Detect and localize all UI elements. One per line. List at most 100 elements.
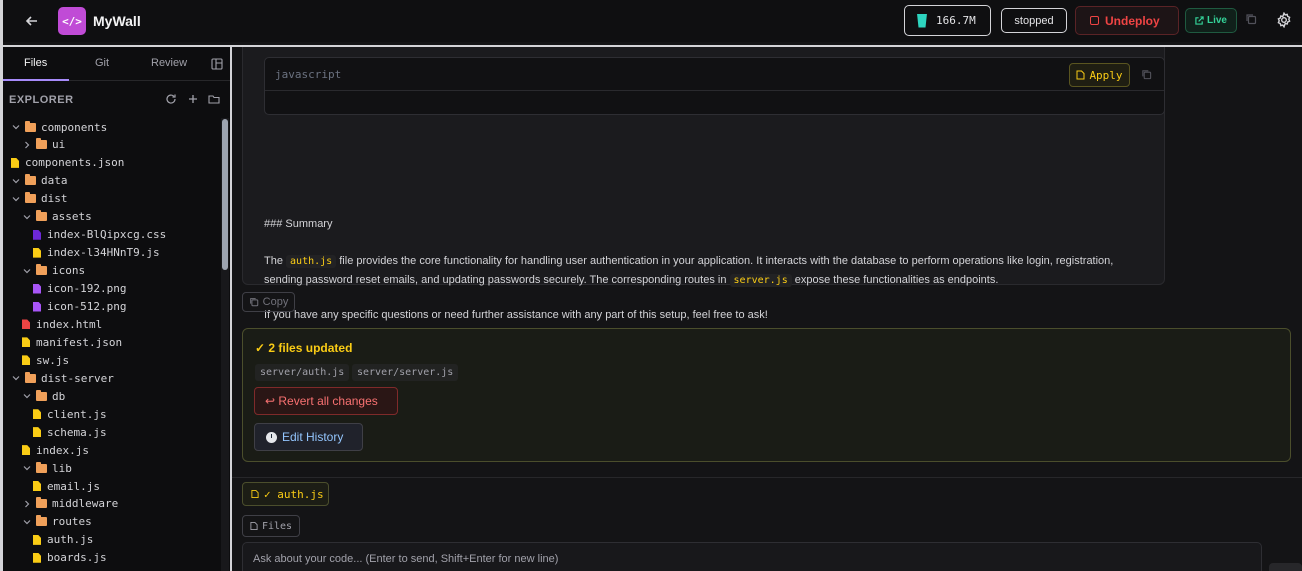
tree-folder[interactable]: icons bbox=[3, 262, 221, 280]
tree-item-label: components bbox=[41, 120, 108, 134]
undeploy-label: Undeploy bbox=[1105, 13, 1160, 28]
file-icon bbox=[33, 229, 41, 240]
tree-item-label: index.html bbox=[36, 317, 103, 331]
live-link-button[interactable]: Live bbox=[1185, 8, 1237, 33]
tree-item-label: index-l34HNnT9.js bbox=[47, 246, 160, 260]
tree-scrollbar-thumb[interactable] bbox=[222, 119, 228, 270]
tree-folder[interactable]: assets bbox=[3, 208, 221, 226]
tree-item-label: index.js bbox=[36, 443, 89, 457]
token-counter[interactable]: 166.7M bbox=[904, 5, 991, 36]
tree-folder[interactable]: lib bbox=[3, 459, 221, 477]
copy-icon[interactable] bbox=[1245, 13, 1259, 27]
tree-file[interactable]: sw.js bbox=[3, 351, 221, 369]
tree-item-label: icon-512.png bbox=[47, 300, 127, 313]
files-label: Files bbox=[261, 520, 293, 532]
tree-folder[interactable]: data bbox=[3, 172, 221, 190]
tree-item-label: auth.js bbox=[47, 533, 94, 547]
tree-folder[interactable]: routes bbox=[3, 513, 221, 531]
tree-folder[interactable]: components bbox=[3, 118, 221, 136]
copy-label: Copy bbox=[262, 296, 289, 308]
cup-icon bbox=[917, 13, 927, 28]
new-file-plus-icon[interactable] bbox=[187, 93, 199, 105]
chevron-down-icon bbox=[23, 466, 31, 471]
edit-history-label: Edit History bbox=[282, 430, 344, 444]
updated-file-chip[interactable]: server/auth.js bbox=[255, 364, 350, 381]
revert-all-button[interactable]: ↩ Revert all changes bbox=[254, 387, 398, 415]
attach-files-button[interactable]: Files bbox=[242, 515, 300, 537]
tree-file[interactable]: schema.js bbox=[3, 423, 221, 441]
tree-item-label: lib bbox=[52, 461, 72, 475]
tree-file[interactable]: index.html bbox=[3, 315, 221, 333]
send-button[interactable] bbox=[1269, 563, 1302, 571]
tree-item-label: routes bbox=[52, 515, 92, 529]
tree-item-label: db bbox=[52, 389, 66, 403]
tree-file[interactable]: auth.js bbox=[3, 531, 221, 549]
tree-folder[interactable]: dist bbox=[3, 190, 221, 208]
tree-folder[interactable]: db bbox=[3, 387, 221, 405]
closing-paragraph: If you have any specific questions or ne… bbox=[264, 309, 768, 321]
folder-icon bbox=[36, 461, 47, 473]
context-file-label: ✓ auth.js bbox=[264, 487, 324, 501]
tree-folder[interactable]: ui bbox=[3, 136, 221, 154]
layout-toggle-icon[interactable] bbox=[211, 58, 223, 70]
chat-input[interactable] bbox=[242, 542, 1262, 571]
tree-item-label: middleware bbox=[52, 497, 119, 511]
tree-file[interactable]: email.js bbox=[3, 477, 221, 495]
chat-panel: javascript Apply ### Summary The auth.js… bbox=[232, 47, 1302, 571]
arrow-left-icon bbox=[25, 16, 37, 26]
explorer-title: EXPLORER bbox=[9, 94, 74, 106]
folder-icon bbox=[36, 497, 47, 509]
app-title: MyWall bbox=[93, 13, 141, 29]
external-link-icon bbox=[1195, 16, 1204, 25]
tree-item-label: dist bbox=[41, 192, 68, 206]
tree-item-label: ui bbox=[52, 138, 66, 152]
tree-file[interactable]: components.json bbox=[3, 154, 221, 172]
summary-heading: ### Summary bbox=[264, 218, 333, 230]
undeploy-button[interactable]: Undeploy bbox=[1075, 6, 1179, 35]
context-file-chip[interactable]: ✓ auth.js bbox=[242, 482, 329, 506]
folder-icon bbox=[36, 515, 47, 527]
tree-folder[interactable]: dist-server bbox=[3, 369, 221, 387]
tree-file[interactable]: icon-192.png bbox=[3, 280, 221, 298]
inline-code-auth: auth.js bbox=[286, 255, 337, 268]
apply-button[interactable]: Apply bbox=[1069, 63, 1130, 87]
updated-file-chip[interactable]: server/server.js bbox=[352, 364, 459, 381]
folder-icon bbox=[36, 264, 47, 276]
text-span: The bbox=[264, 255, 283, 267]
refresh-icon[interactable] bbox=[165, 93, 177, 105]
tab-files[interactable]: Files bbox=[24, 57, 47, 69]
tree-item-label: icons bbox=[52, 264, 86, 278]
tree-folder[interactable]: middleware bbox=[3, 495, 221, 513]
tree-file[interactable]: index-l34HNnT9.js bbox=[3, 244, 221, 262]
chevron-right-icon bbox=[25, 500, 30, 508]
copy-icon bbox=[249, 298, 258, 307]
tree-file[interactable]: boards.js bbox=[3, 549, 221, 567]
tree-file[interactable]: manifest.json bbox=[3, 333, 221, 351]
chevron-down-icon bbox=[12, 125, 20, 130]
tree-file[interactable]: index-BlQipxcg.css bbox=[3, 226, 221, 244]
settings-gear-icon[interactable] bbox=[1276, 11, 1293, 29]
code-language: javascript bbox=[275, 68, 342, 81]
tree-file[interactable]: icon-512.png bbox=[3, 298, 221, 316]
tab-git[interactable]: Git bbox=[95, 57, 109, 69]
app-logo: </> bbox=[58, 7, 86, 35]
file-icon bbox=[33, 409, 41, 420]
files-updated-panel: ✓ 2 files updated server/auth.js server/… bbox=[242, 328, 1291, 462]
edit-history-button[interactable]: Edit History bbox=[254, 423, 363, 451]
file-icon bbox=[33, 301, 41, 312]
new-folder-icon[interactable] bbox=[208, 93, 220, 105]
copy-message-button[interactable]: Copy bbox=[242, 292, 295, 312]
tree-item-label: icon-192.png bbox=[47, 282, 127, 296]
tree-file[interactable]: index.js bbox=[3, 441, 221, 459]
back-button[interactable] bbox=[22, 11, 42, 31]
tree-file[interactable]: client.js bbox=[3, 405, 221, 423]
tree-item-label: schema.js bbox=[47, 425, 107, 439]
sidebar: Files Git Review EXPLORER components ui co… bbox=[3, 47, 230, 571]
tab-review[interactable]: Review bbox=[151, 57, 187, 69]
code-copy-icon[interactable] bbox=[1141, 69, 1152, 80]
code-icon: </> bbox=[62, 14, 82, 28]
token-count: 166.7M bbox=[936, 14, 976, 27]
file-icon bbox=[11, 157, 19, 168]
apply-label: Apply bbox=[1089, 68, 1123, 82]
file-icon bbox=[250, 522, 258, 530]
